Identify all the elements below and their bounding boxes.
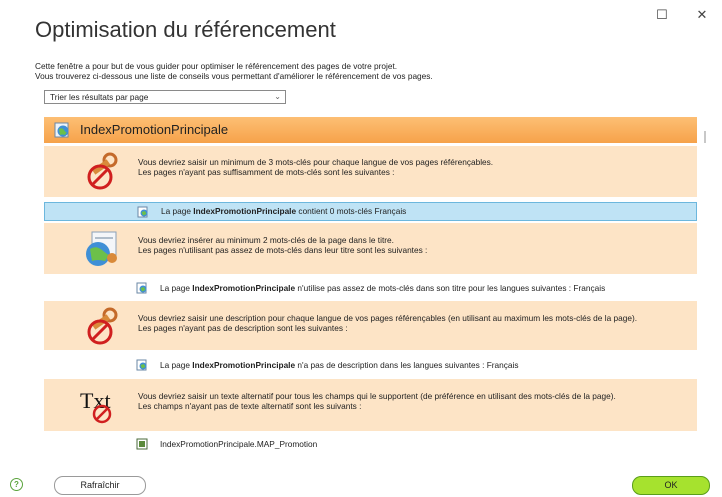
advice-line-2: Les pages n'ayant pas suffisamment de mo… bbox=[138, 167, 395, 177]
ok-button[interactable]: OK bbox=[632, 476, 710, 495]
dialog-title: Optimisation du référencement bbox=[35, 17, 336, 42]
advice-line-1: Vous devriez insérer au minimum 2 mots-c… bbox=[138, 235, 394, 245]
sort-dropdown-value: Trier les résultats par page bbox=[50, 92, 149, 102]
result-item[interactable]: La page IndexPromotionPrincipale n'a pas… bbox=[44, 356, 697, 375]
advice-text: Vous devriez saisir un texte alternatif … bbox=[138, 391, 616, 411]
keywords-forbidden-icon bbox=[87, 152, 118, 190]
image-field-icon bbox=[136, 438, 148, 450]
advice-line-1: Vous devriez saisir un minimum de 3 mots… bbox=[138, 157, 494, 167]
intro-line-2: Vous trouverez ci-dessous une liste de c… bbox=[35, 71, 433, 81]
advice-text: Vous devriez saisir une description pour… bbox=[138, 313, 637, 333]
advice-text: Vous devriez insérer au minimum 2 mots-c… bbox=[138, 235, 427, 255]
intro-text: Cette fenêtre a pour but de vous guider … bbox=[35, 61, 433, 81]
advice-description: Vous devriez saisir une description pour… bbox=[44, 301, 697, 350]
page-icon bbox=[136, 359, 147, 371]
close-button[interactable]: ✕ bbox=[682, 0, 722, 30]
result-item[interactable]: IndexPromotionPrincipale.MAP_Promotion bbox=[44, 435, 697, 454]
title-keywords-icon bbox=[86, 231, 117, 266]
advice-text: Vous devriez saisir un minimum de 3 mots… bbox=[138, 157, 493, 177]
window-controls: ☐ ✕ bbox=[642, 0, 722, 30]
advice-line-2: Les champs n'ayant pas de texte alternat… bbox=[138, 401, 362, 411]
help-icon[interactable]: ? bbox=[10, 478, 23, 491]
page-group-header[interactable]: IndexPromotionPrincipale bbox=[44, 117, 697, 143]
advice-line-2: Les pages n'ayant pas de description son… bbox=[138, 323, 348, 333]
results-list[interactable]: IndexPromotionPrincipale Vous devriez sa… bbox=[44, 113, 697, 463]
page-icon bbox=[136, 282, 147, 294]
advice-line-1: Vous devriez saisir une description pour… bbox=[138, 313, 638, 323]
page-icon bbox=[137, 206, 148, 218]
advice-keywords-count: Vous devriez saisir un minimum de 3 mots… bbox=[44, 146, 697, 197]
result-item-text: La page IndexPromotionPrincipale n'a pas… bbox=[160, 360, 519, 370]
description-forbidden-icon bbox=[87, 307, 118, 345]
result-item[interactable]: La page IndexPromotionPrincipale n'utili… bbox=[44, 279, 697, 298]
vertical-scrollbar[interactable] bbox=[701, 113, 709, 463]
sort-dropdown[interactable]: Trier les résultats par page ⌄ bbox=[44, 90, 286, 104]
result-item-text: La page IndexPromotionPrincipale n'utili… bbox=[160, 283, 606, 293]
txt-forbidden-icon: Txt bbox=[80, 388, 112, 424]
result-item[interactable]: La page IndexPromotionPrincipale contien… bbox=[44, 202, 697, 221]
maximize-button[interactable]: ☐ bbox=[642, 0, 682, 30]
globe-page-icon bbox=[54, 122, 69, 138]
result-item-text: IndexPromotionPrincipale.MAP_Promotion bbox=[160, 439, 318, 449]
intro-line-1: Cette fenêtre a pour but de vous guider … bbox=[35, 61, 398, 71]
page-name: IndexPromotionPrincipale bbox=[80, 122, 229, 137]
advice-line-1: Vous devriez saisir un texte alternatif … bbox=[138, 391, 616, 401]
advice-title-keywords: Vous devriez insérer au minimum 2 mots-c… bbox=[44, 223, 697, 274]
advice-line-2: Les pages n'utilisant pas assez de mots-… bbox=[138, 245, 428, 255]
chevron-down-icon: ⌄ bbox=[274, 92, 281, 101]
advice-alt-text: Txt Vous devriez saisir un texte alterna… bbox=[44, 379, 697, 431]
scrollbar-thumb[interactable] bbox=[704, 131, 706, 143]
refresh-button[interactable]: Rafraîchir bbox=[54, 476, 146, 495]
result-item-text: La page IndexPromotionPrincipale contien… bbox=[161, 206, 407, 216]
